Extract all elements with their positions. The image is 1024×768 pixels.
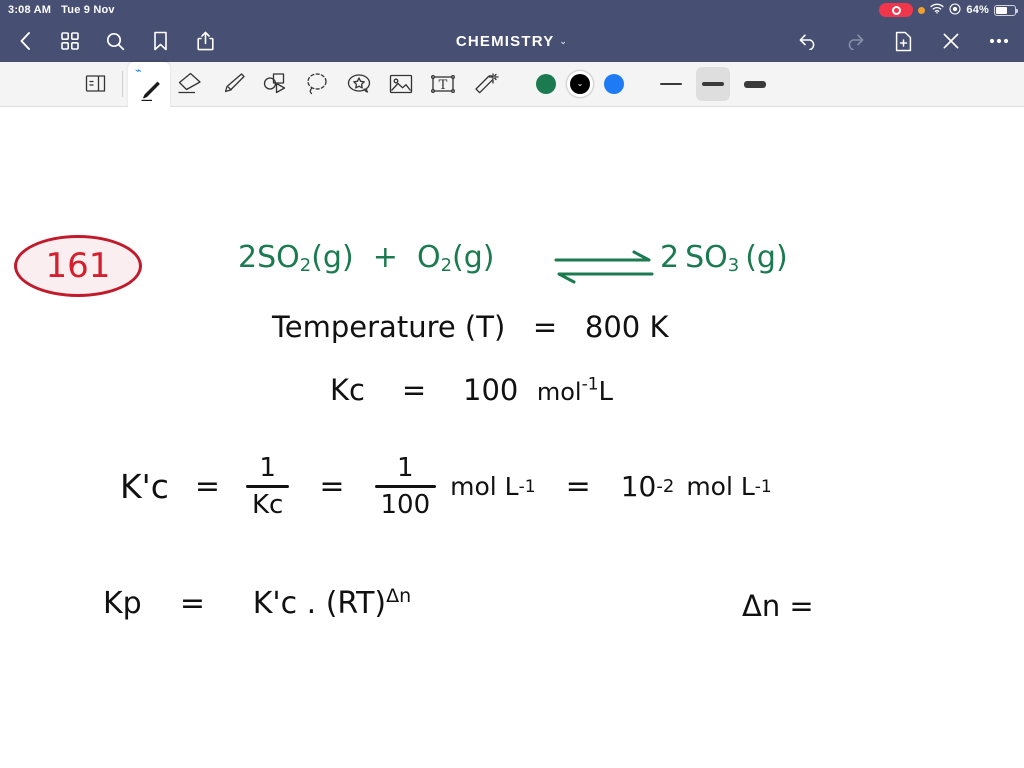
share-icon[interactable] xyxy=(194,30,216,52)
eq-product-state: (g) xyxy=(745,240,788,275)
eq-plus-sign: + xyxy=(372,240,398,275)
kc-equals: = xyxy=(401,373,427,407)
stroke-width-medium[interactable] xyxy=(696,67,730,101)
fraction-1-over-kc: 1 Kc xyxy=(246,453,290,520)
eq-product: SO xyxy=(685,240,728,275)
unit-3-base: mol L xyxy=(686,472,755,501)
kc-line: Kc = 100 mol-1L xyxy=(330,373,613,407)
kc-unit-base: mol xyxy=(536,378,582,406)
color-swatch-black[interactable]: ⌄ xyxy=(570,74,590,94)
toolbar-divider xyxy=(122,71,123,97)
unit-2-exponent: -1 xyxy=(518,476,536,497)
problem-number-badge: 161 xyxy=(14,235,142,297)
battery-icon xyxy=(994,4,1018,16)
image-tool[interactable] xyxy=(380,65,422,103)
sticker-tool[interactable] xyxy=(338,65,380,103)
nav-bar: CHEMISTRY ⌄ xyxy=(0,20,1024,62)
kc-prime-equals-3: = xyxy=(565,469,591,504)
kc-prime-line: K'c = 1 Kc = 1 100 mol L -1 = 10 -2 mol L-… xyxy=(120,455,772,518)
magic-wand-tool[interactable] xyxy=(464,65,506,103)
color-swatches: ⌄ xyxy=(536,74,624,94)
text-tool[interactable]: T xyxy=(422,65,464,103)
kp-equals: = xyxy=(179,586,206,621)
undo-icon[interactable] xyxy=(796,30,818,52)
power-exponent: -2 xyxy=(656,476,675,497)
power-base: 10 xyxy=(620,470,657,503)
color-swatch-green[interactable] xyxy=(536,74,556,94)
more-options-icon[interactable] xyxy=(988,30,1010,52)
color-swatch-blue[interactable] xyxy=(604,74,624,94)
bluetooth-icon: ⌁ xyxy=(135,64,142,77)
unit-3-exponent: -1 xyxy=(754,476,772,497)
orange-privacy-dot-icon xyxy=(918,6,926,14)
kp-symbol: Kp xyxy=(103,586,142,621)
stroke-width-thin[interactable] xyxy=(654,67,688,101)
equation-left-side: 2SO2(g) + O2(g) xyxy=(238,240,494,276)
fraction-1-denominator: Kc xyxy=(252,490,284,520)
eq-product-coeff: 2 xyxy=(660,240,680,275)
kc-prime-equals-1: = xyxy=(194,469,220,504)
kc-prime-equals-2: = xyxy=(319,469,345,504)
battery-percent-label: 64% xyxy=(966,4,989,16)
kc-label: Kc xyxy=(330,373,365,407)
eraser-tool[interactable] xyxy=(170,65,212,103)
eq-reactant-2: O xyxy=(416,240,441,275)
stroke-width-options xyxy=(654,67,772,101)
delta-n-line: Δn = xyxy=(742,589,814,623)
fraction-1-numerator: 1 xyxy=(259,453,276,483)
page-layers-tool[interactable] xyxy=(75,65,117,103)
fraction-1-bar xyxy=(246,485,290,488)
eq-coeff-1: 2 xyxy=(238,240,258,275)
delta-n-label: Δn = xyxy=(742,589,814,623)
kc-value: 100 xyxy=(463,373,519,407)
highlighter-tool[interactable] xyxy=(212,65,254,103)
pen-tool[interactable]: ⌁ xyxy=(128,61,170,107)
unit-2-base: mol L xyxy=(450,472,519,501)
redo-icon[interactable] xyxy=(844,30,866,52)
kc-unit-tail: L xyxy=(598,377,614,407)
eq-reactant-2-subscript: 2 xyxy=(440,254,453,276)
equation-right-side: 2 SO3 (g) xyxy=(660,240,788,276)
back-icon[interactable] xyxy=(14,30,36,52)
temperature-label: Temperature (T) xyxy=(272,310,506,344)
temperature-line: Temperature (T) = 800 K xyxy=(272,310,668,344)
status-bar: 3:08 AM Tue 9 Nov 64% xyxy=(0,0,1024,20)
kp-exponent-delta-n: Δn xyxy=(386,585,412,607)
temperature-equals: = xyxy=(532,310,558,344)
fraction-1-over-100: 1 100 xyxy=(374,453,437,520)
eq-reactant-1-state: (g) xyxy=(311,240,354,275)
fraction-2-numerator: 1 xyxy=(397,453,414,483)
search-icon[interactable] xyxy=(104,30,126,52)
add-page-icon[interactable] xyxy=(892,30,914,52)
bookmark-icon[interactable] xyxy=(149,30,171,52)
status-time: 3:08 AM xyxy=(8,4,52,16)
eq-reactant-2-state: (g) xyxy=(452,240,495,275)
fraction-2-bar xyxy=(374,485,437,488)
control-center-icon xyxy=(949,2,961,18)
shapes-tool[interactable] xyxy=(254,65,296,103)
status-date: Tue 9 Nov xyxy=(61,4,115,16)
equilibrium-arrows-icon xyxy=(554,250,654,284)
svg-text:T: T xyxy=(439,78,448,93)
stroke-width-thick[interactable] xyxy=(738,67,772,101)
note-canvas[interactable]: 161 2SO2(g) + O2(g) 2 SO3 (g) Temperatur… xyxy=(0,107,1024,768)
close-icon[interactable] xyxy=(940,30,962,52)
eq-product-subscript: 3 xyxy=(727,254,740,276)
screen-recording-indicator-icon xyxy=(879,3,914,17)
fraction-2-denominator: 100 xyxy=(380,490,431,520)
kp-line: Kp = K'c . (RT)Δn xyxy=(103,585,411,621)
tool-bar: ⌁ T ⌄ xyxy=(0,61,1024,107)
eq-reactant-1-subscript: 2 xyxy=(299,254,312,276)
chevron-down-icon: ⌄ xyxy=(559,35,569,46)
problem-number-label: 161 xyxy=(45,246,111,286)
kc-unit-exponent: -1 xyxy=(581,374,599,395)
page-title-label: CHEMISTRY xyxy=(455,32,555,50)
kp-right-hand-side: K'c . (RT) xyxy=(252,586,387,621)
temperature-value: 800 K xyxy=(584,310,669,344)
wifi-icon xyxy=(930,3,945,17)
lasso-tool[interactable] xyxy=(296,65,338,103)
thumbnails-grid-icon[interactable] xyxy=(59,30,81,52)
eq-reactant-1: SO xyxy=(257,240,300,275)
kc-prime-symbol: K'c xyxy=(120,467,169,506)
